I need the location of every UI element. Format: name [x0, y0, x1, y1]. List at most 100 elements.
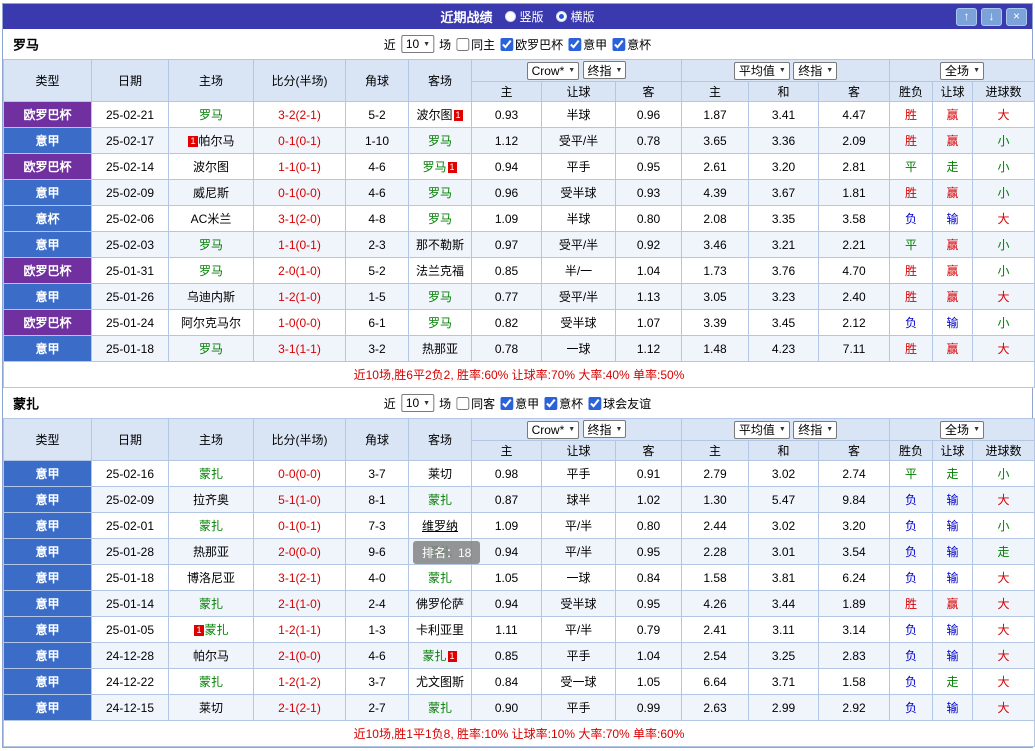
- team-name[interactable]: 1 帕尔马: [187, 134, 235, 148]
- team-name[interactable]: 莱切: [199, 701, 223, 715]
- filter-checkbox[interactable]: 欧罗巴杯: [500, 36, 563, 53]
- away-team-cell: 罗马: [408, 205, 472, 232]
- team-name[interactable]: 1 蒙扎: [193, 623, 229, 637]
- filter-checkbox[interactable]: 同客: [456, 395, 495, 412]
- team-name[interactable]: 乌迪内斯: [187, 290, 235, 304]
- team-name[interactable]: 法兰克福: [416, 264, 464, 278]
- avg-home-odds-cell: 3.39: [681, 309, 750, 336]
- filter-checkbox[interactable]: 意杯: [612, 36, 651, 53]
- fulltime-select[interactable]: 全场 ▼: [940, 420, 984, 439]
- team-name[interactable]: 维罗纳: [422, 519, 458, 533]
- team-name[interactable]: 罗马: [428, 212, 452, 226]
- score-cell: 1-1(0-1): [253, 153, 346, 180]
- team-name[interactable]: 卡利亚里: [416, 623, 464, 637]
- team-name[interactable]: 尤文图斯: [416, 675, 464, 689]
- layout-radio-vertical[interactable]: 竖版: [504, 8, 544, 25]
- team-name[interactable]: 蒙扎: [428, 493, 452, 507]
- filter-checkbox[interactable]: 意甲: [500, 395, 539, 412]
- filter-checkbox[interactable]: 意甲: [568, 36, 607, 53]
- team-name[interactable]: AC米兰: [191, 212, 232, 226]
- move-up-button[interactable]: ↑: [956, 7, 977, 26]
- team-name[interactable]: 威尼斯: [193, 186, 229, 200]
- score-cell: 0-1(0-1): [253, 512, 346, 539]
- chevron-down-icon: ▼: [826, 67, 834, 74]
- team-name[interactable]: 蒙扎: [199, 519, 223, 533]
- team-name[interactable]: 蒙扎: [428, 571, 452, 585]
- team-name[interactable]: 罗马: [199, 238, 223, 252]
- team-name[interactable]: 罗马: [428, 316, 452, 330]
- score-cell: 1-0(0-0): [253, 309, 346, 336]
- checkbox-input[interactable]: [612, 37, 626, 51]
- avg-stage-select[interactable]: 终指 ▼: [793, 420, 838, 439]
- handicap-result-cell: 输: [932, 309, 974, 336]
- team-name[interactable]: 帕尔马: [193, 649, 229, 663]
- odds-company-select[interactable]: Crow* ▼: [526, 420, 580, 439]
- away-team-cell: 维罗纳: [408, 512, 472, 539]
- layout-radio-horizontal[interactable]: 横版: [555, 8, 595, 25]
- score-cell: 2-0(1-0): [253, 257, 346, 284]
- team-name[interactable]: 蒙扎 1: [422, 649, 457, 663]
- avg-home-odds-cell: 4.26: [681, 590, 750, 617]
- team-name[interactable]: 蒙扎: [199, 675, 223, 689]
- odds-company-select[interactable]: Crow* ▼: [526, 61, 580, 80]
- team-name[interactable]: 蒙扎: [428, 701, 452, 715]
- team-name[interactable]: 罗马 1: [422, 160, 457, 174]
- away-team-cell: 法兰克福: [408, 257, 472, 284]
- team-name[interactable]: 博洛尼亚: [187, 571, 235, 585]
- chevron-down-icon: ▼: [568, 67, 576, 75]
- team-name[interactable]: 波尔图: [193, 160, 229, 174]
- team-name[interactable]: 波尔图 1: [416, 108, 463, 122]
- team-name[interactable]: 罗马: [199, 108, 223, 122]
- date-cell: 24-12-22: [91, 668, 169, 695]
- handicap-home-odds-cell: 0.94: [471, 153, 542, 180]
- odds-stage-select[interactable]: 终指 ▼: [582, 420, 627, 439]
- team-name[interactable]: 热那亚: [422, 342, 458, 356]
- team-name[interactable]: 热那亚: [193, 545, 229, 559]
- team-name[interactable]: 那不勒斯: [416, 238, 464, 252]
- filter-checkbox[interactable]: 同主: [456, 36, 495, 53]
- avg-stage-select[interactable]: 终指 ▼: [793, 61, 838, 80]
- date-cell: 25-01-14: [91, 590, 169, 617]
- filter-checkbox[interactable]: 意杯: [544, 395, 583, 412]
- away-team-cell: 卡利亚里: [408, 616, 472, 643]
- result-cell: 平: [889, 153, 934, 180]
- handicap-away-odds-cell: 0.95: [614, 590, 683, 617]
- match-count-select[interactable]: 10 ▼: [400, 394, 435, 412]
- team-name[interactable]: 罗马: [428, 290, 452, 304]
- checkbox-input[interactable]: [544, 396, 558, 410]
- checkbox-input[interactable]: [588, 396, 602, 410]
- home-team-cell: 蒙扎: [168, 590, 254, 617]
- fulltime-select[interactable]: 全场 ▼: [940, 61, 984, 80]
- checkbox-input[interactable]: [456, 396, 470, 410]
- team-name[interactable]: 莱切: [428, 467, 452, 481]
- checkbox-input[interactable]: [500, 396, 514, 410]
- corners-cell: 9-6: [345, 538, 409, 565]
- team-name[interactable]: 佛罗伦萨: [416, 597, 464, 611]
- checkbox-input[interactable]: [456, 37, 470, 51]
- team-name[interactable]: 蒙扎: [199, 467, 223, 481]
- team-name[interactable]: 阿尔克马尔: [181, 316, 241, 330]
- avg-odds-select[interactable]: 平均值 ▼: [733, 420, 790, 439]
- team-name[interactable]: 罗马: [428, 186, 452, 200]
- team-name[interactable]: 蒙扎: [199, 597, 223, 611]
- checkbox-input[interactable]: [500, 37, 514, 51]
- corners-cell: 4-6: [345, 179, 409, 206]
- result-cell: 负: [889, 486, 934, 513]
- handicap-line-cell: 平手: [541, 460, 616, 487]
- team-name[interactable]: 罗马: [428, 134, 452, 148]
- close-button[interactable]: ×: [1006, 7, 1027, 26]
- team-name[interactable]: 拉齐奥: [193, 493, 229, 507]
- avg-odds-select[interactable]: 平均值 ▼: [733, 61, 790, 80]
- section-summary: 近10场,胜1平1负8, 胜率:10% 让球率:10% 大率:70% 单率:60…: [2, 720, 1035, 747]
- filter-checkbox[interactable]: 球会友谊: [588, 395, 651, 412]
- average-odds-group-header: 平均值 ▼ 终指 ▼: [681, 418, 891, 441]
- team-name[interactable]: 罗马: [199, 264, 223, 278]
- move-down-button[interactable]: ↓: [981, 7, 1002, 26]
- odds-stage-select[interactable]: 终指 ▼: [582, 61, 627, 80]
- checkbox-input[interactable]: [568, 37, 582, 51]
- team-name[interactable]: 罗马: [199, 342, 223, 356]
- match-count-select[interactable]: 10 ▼: [400, 35, 435, 53]
- league-cell: 意甲: [3, 538, 92, 565]
- handicap-line-cell: 半球: [541, 101, 616, 128]
- col-header-score: 比分(半场): [253, 59, 346, 102]
